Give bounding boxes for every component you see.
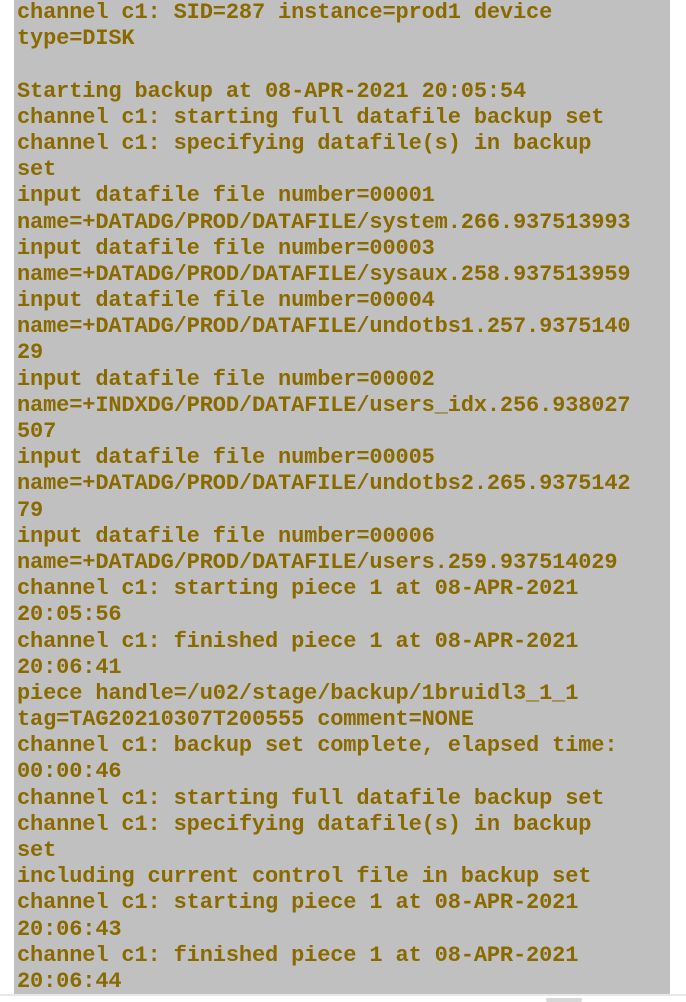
console-line: channel c1: backup set complete, elapsed…: [17, 733, 618, 759]
console-line: set: [17, 157, 57, 183]
console-line: channel c1: SID=287 instance=prod1 devic…: [17, 0, 553, 25]
console-line: including current control file in backup…: [17, 864, 592, 890]
console-line: input datafile file number=00006: [17, 523, 435, 549]
console-line: input datafile file number=00004: [17, 288, 435, 314]
console-line: channel c1: finished piece 1 at 08-APR-2…: [17, 942, 579, 968]
console-line: piece handle=/u02/stage/backup/1bruidl3_…: [17, 680, 579, 706]
console-line: 79: [17, 497, 44, 523]
console-line: type=DISK: [17, 26, 135, 52]
console-line: set: [17, 838, 57, 863]
console-line: name=+DATADG/PROD/DATAFILE/undotbs1.257.…: [17, 314, 631, 340]
console-line: input datafile file number=00005: [17, 445, 435, 471]
console-output-text: channel c1: SID=287 instance=prod1 devic…: [14, 0, 670, 994]
console-line: 20:06:43: [17, 916, 122, 942]
console-line: tag=TAG20210307T200555 comment=NONE: [17, 707, 474, 733]
console-line: channel c1: starting piece 1 at 08-APR-2…: [17, 890, 579, 916]
console-line: 20:06:44: [17, 968, 122, 994]
console-line: 20:06:41: [17, 654, 122, 680]
console-line: name=+DATADG/PROD/DATAFILE/sysaux.258.93…: [17, 261, 631, 287]
console-line: 29: [17, 340, 44, 366]
console-line: name=+DATADG/PROD/DATAFILE/undotbs2.265.…: [17, 471, 631, 497]
console-output-panel: channel c1: SID=287 instance=prod1 devic…: [14, 0, 670, 994]
console-line: channel c1: starting full datafile backu…: [17, 104, 605, 130]
console-line: 00:00:46: [17, 759, 122, 785]
console-line: 20:05:56: [17, 602, 122, 628]
console-line: channel c1: starting full datafile backu…: [17, 785, 605, 811]
console-line: Starting backup at 08-APR-2021 20:05:54: [17, 78, 527, 104]
console-line: input datafile file number=00002: [17, 366, 435, 392]
console-line: name=+DATADG/PROD/DATAFILE/system.266.93…: [17, 209, 631, 235]
console-line: channel c1: specifying datafile(s) in ba…: [17, 130, 592, 156]
console-line: channel c1: starting piece 1 at 08-APR-2…: [17, 576, 579, 602]
console-line: channel c1: finished piece 1 at 08-APR-2…: [17, 628, 579, 654]
console-line: channel c1: specifying datafile(s) in ba…: [17, 811, 592, 837]
console-line: input datafile file number=00001: [17, 183, 435, 209]
scrollbar-thumb[interactable]: [546, 998, 582, 1002]
horizontal-scrollbar[interactable]: [0, 996, 686, 1002]
console-line: name=+INDXDG/PROD/DATAFILE/users_idx.256…: [17, 392, 631, 418]
console-line: 507: [17, 419, 57, 444]
console-line: name=+DATADG/PROD/DATAFILE/users.259.937…: [17, 549, 618, 575]
console-line: input datafile file number=00003: [17, 235, 435, 261]
